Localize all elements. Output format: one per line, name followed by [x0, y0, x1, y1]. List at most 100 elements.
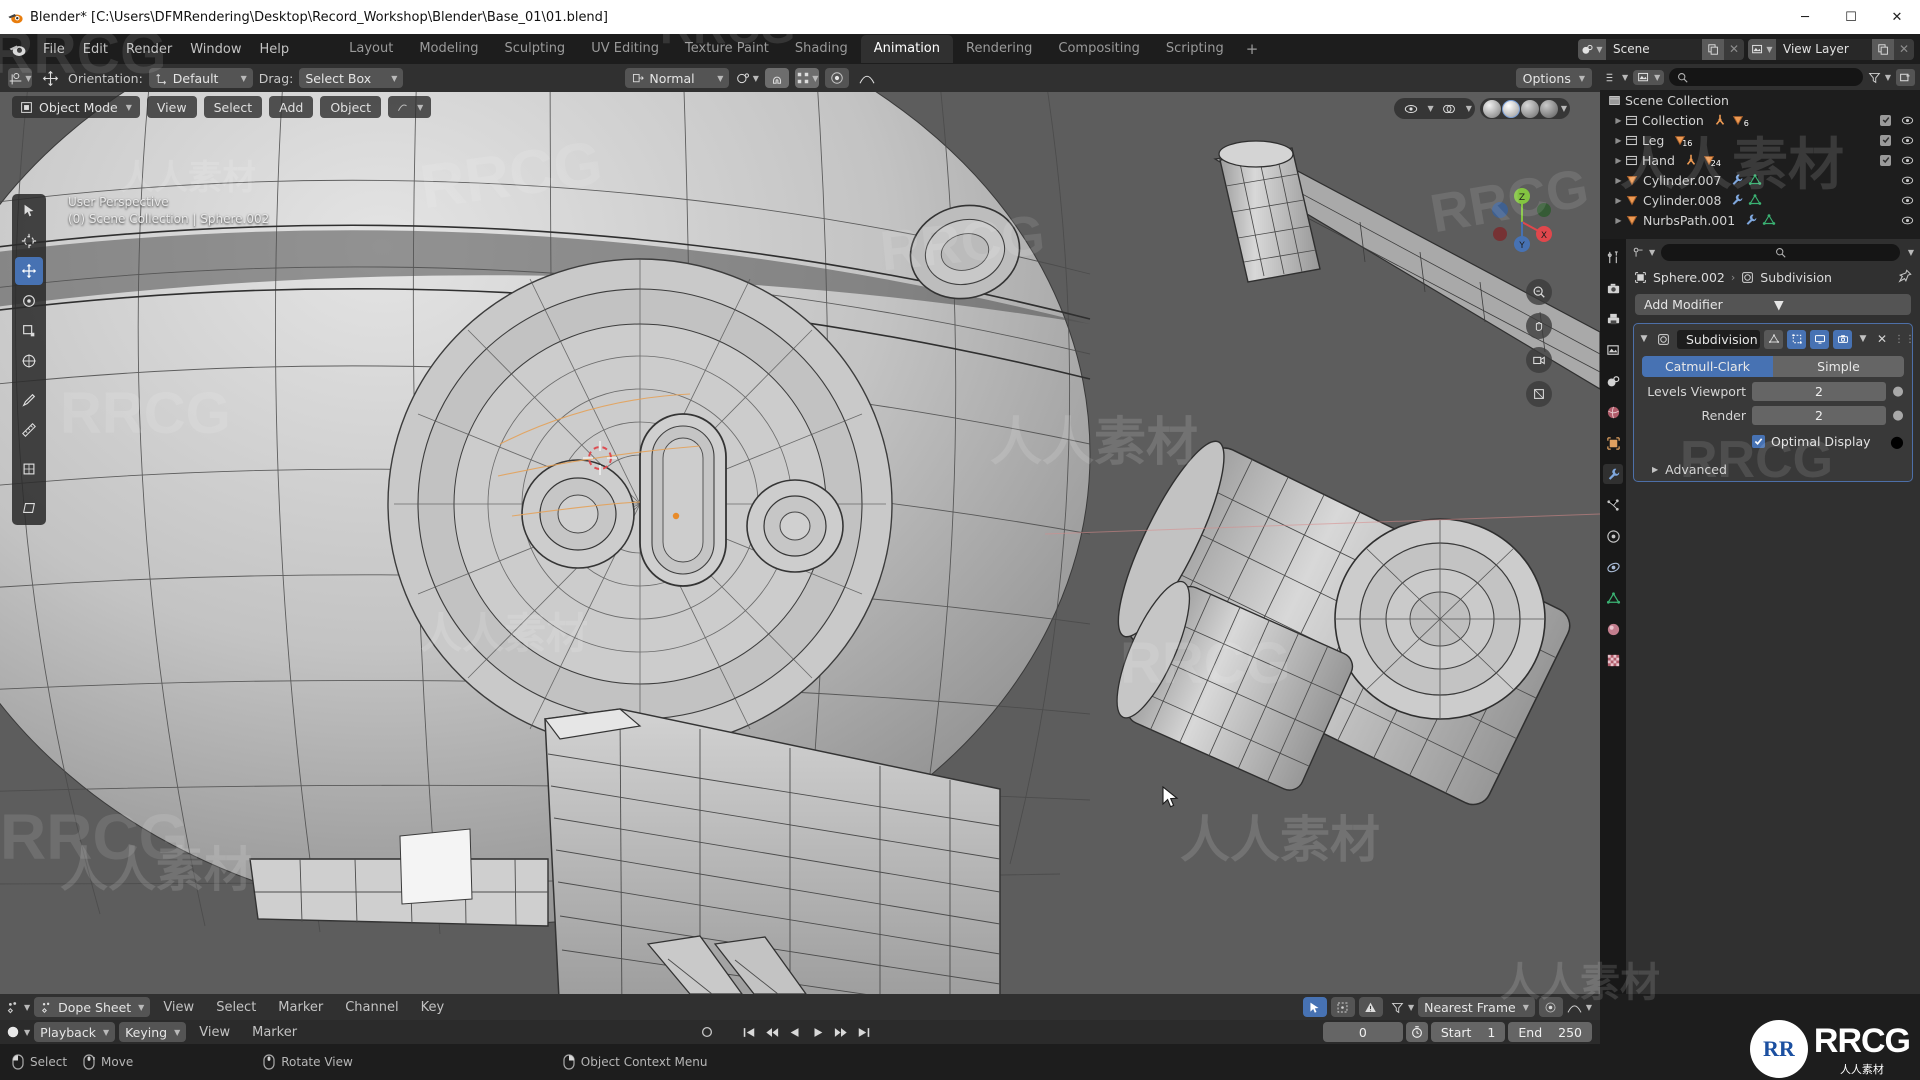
properties-panel[interactable]: ▼ ▼ Sphere.002 › Subdivision Add Modifie…: [1600, 239, 1920, 994]
render-display-icon[interactable]: [1833, 329, 1852, 349]
new-view-layer-button[interactable]: [1872, 38, 1894, 60]
edit-mode-display-icon[interactable]: [1787, 329, 1806, 349]
minimize-button[interactable]: ─: [1782, 0, 1828, 34]
expand-arrow-icon[interactable]: ▶: [1612, 116, 1625, 125]
tool-scale-icon[interactable]: [15, 317, 43, 345]
expand-arrow-icon[interactable]: ▶: [1612, 216, 1625, 225]
properties-tab-texture[interactable]: [1603, 650, 1623, 670]
dope-filter-button[interactable]: ▼: [1391, 1001, 1414, 1014]
tool-add-cube-icon[interactable]: [15, 455, 43, 483]
tab-animation[interactable]: Animation: [860, 35, 953, 63]
outliner-search-input[interactable]: [1669, 68, 1863, 86]
viewport-menu-add[interactable]: Add: [269, 96, 314, 118]
show-overlays-icon[interactable]: [1435, 95, 1463, 123]
transform-snap-icon[interactable]: ▼: [8, 68, 32, 88]
properties-tab-view-layer[interactable]: [1603, 340, 1623, 360]
visibility-eye-icon[interactable]: [1901, 114, 1914, 127]
dope-menu-select[interactable]: Select: [207, 997, 265, 1018]
drag-dropdown[interactable]: Select Box ▼: [299, 68, 404, 88]
tab-rendering[interactable]: Rendering: [953, 35, 1045, 63]
mode-selector[interactable]: Object Mode ▼: [12, 96, 140, 118]
current-frame-field[interactable]: 0: [1322, 1022, 1403, 1042]
menu-edit[interactable]: Edit: [74, 39, 117, 60]
pivot-point-icon[interactable]: ▼: [735, 68, 759, 88]
playback-dropdown[interactable]: Playback ▼: [34, 1022, 116, 1042]
shading-solid-icon[interactable]: [1501, 99, 1520, 118]
scene-selector[interactable]: ▼ Scene ✕: [1578, 38, 1744, 60]
show-hidden-icon[interactable]: [1330, 997, 1355, 1017]
show-errors-icon[interactable]: [1358, 997, 1383, 1017]
falloff-curve-icon[interactable]: [855, 68, 879, 88]
tab-sculpting[interactable]: Sculpting: [491, 35, 578, 63]
proportional-editing-icon[interactable]: [825, 68, 850, 88]
snap-mode-dropdown[interactable]: Nearest Frame ▼: [1418, 997, 1535, 1017]
timeline-menu-view[interactable]: View: [190, 1022, 239, 1043]
next-keyframe-icon[interactable]: [834, 1026, 848, 1039]
toggle-camera-icon[interactable]: [1526, 347, 1552, 373]
pan-view-icon[interactable]: [1526, 313, 1552, 339]
properties-tab-material[interactable]: [1603, 619, 1623, 639]
visibility-eye-icon[interactable]: [1901, 194, 1914, 207]
collection-checkbox[interactable]: [1880, 154, 1891, 166]
keying-dropdown[interactable]: Keying ▼: [119, 1022, 187, 1042]
orientation-dropdown[interactable]: Default ▼: [148, 68, 253, 88]
outliner-display-mode-button[interactable]: ▼: [1633, 69, 1665, 85]
timeline-editor-type-button[interactable]: ▼: [6, 1025, 30, 1039]
collection-checkbox[interactable]: [1880, 114, 1891, 126]
properties-tab-world[interactable]: [1603, 402, 1623, 422]
tab-compositing[interactable]: Compositing: [1045, 35, 1153, 63]
toggle-orthographic-icon[interactable]: [1526, 381, 1552, 407]
properties-tab-output[interactable]: [1603, 309, 1623, 329]
snap-target-icon[interactable]: ▼: [795, 68, 820, 88]
tab-scripting[interactable]: Scripting: [1153, 35, 1237, 63]
outliner-row-cylinder-008[interactable]: ▶ Cylinder.008: [1600, 190, 1920, 210]
close-button[interactable]: ✕: [1874, 0, 1920, 34]
remove-view-layer-button[interactable]: ✕: [1894, 38, 1914, 60]
unlink-scene-button[interactable]: ✕: [1724, 38, 1744, 60]
render-levels-value[interactable]: 2: [1752, 406, 1886, 425]
visibility-eye-icon[interactable]: [1901, 154, 1914, 167]
tool-move-icon[interactable]: [15, 257, 43, 285]
menu-help[interactable]: Help: [251, 39, 299, 60]
dope-menu-marker[interactable]: Marker: [269, 997, 332, 1018]
end-frame-field[interactable]: End 250: [1508, 1022, 1592, 1042]
add-modifier-button[interactable]: Add Modifier ▼: [1635, 294, 1911, 315]
add-workspace-button[interactable]: +: [1237, 38, 1268, 60]
remove-modifier-close-icon[interactable]: ✕: [1874, 332, 1890, 346]
tab-uv-editing[interactable]: UV Editing: [578, 35, 672, 63]
play-reverse-icon[interactable]: [788, 1026, 802, 1039]
dope-sheet-mode-dropdown[interactable]: Dope Sheet ▼: [34, 997, 151, 1017]
menu-render[interactable]: Render: [117, 39, 181, 60]
dope-editor-type-button[interactable]: ▼: [6, 1000, 30, 1014]
dope-sheet-editor[interactable]: ▼ Dope Sheet ▼ View Select Marker Channe…: [0, 994, 1600, 1044]
viewport-menu-view[interactable]: View: [146, 96, 197, 118]
shading-wireframe-icon[interactable]: [1482, 99, 1501, 118]
tab-texture-paint[interactable]: Texture Paint: [672, 35, 782, 63]
visibility-eye-icon[interactable]: [1901, 214, 1914, 227]
visibility-eye-icon[interactable]: [1901, 134, 1914, 147]
tool-select-box-icon[interactable]: [15, 197, 43, 225]
properties-tab-physics[interactable]: [1603, 526, 1623, 546]
jump-to-start-icon[interactable]: [742, 1026, 756, 1039]
move-tool-icon[interactable]: [38, 68, 62, 88]
properties-search-input[interactable]: [1661, 243, 1900, 261]
maximize-button[interactable]: ☐: [1828, 0, 1874, 34]
modifier-name-field[interactable]: Subdivision: [1677, 329, 1760, 349]
view-layer-name[interactable]: View Layer: [1776, 38, 1872, 60]
jump-to-end-icon[interactable]: [857, 1026, 871, 1039]
visibility-eye-icon[interactable]: [1901, 174, 1914, 187]
scene-icon[interactable]: ▼: [1578, 38, 1606, 60]
properties-tab-particles[interactable]: [1603, 495, 1623, 515]
breadcrumb-object-name[interactable]: Sphere.002: [1653, 270, 1725, 285]
tool-measure-icon[interactable]: [15, 416, 43, 444]
record-icon[interactable]: [700, 1025, 714, 1039]
expand-arrow-icon[interactable]: ▶: [1612, 176, 1625, 185]
object-type-filter[interactable]: ▼: [388, 96, 432, 118]
outliner-row-collection[interactable]: ▶ Collection 6: [1600, 110, 1920, 130]
properties-tab-modifier[interactable]: [1603, 464, 1623, 484]
properties-editor-type-button[interactable]: ▼: [1632, 246, 1655, 259]
show-gizmo-icon[interactable]: [1397, 95, 1425, 123]
falloff-dropdown[interactable]: ▼: [1567, 1001, 1592, 1014]
shading-material-icon[interactable]: [1520, 99, 1539, 118]
only-show-selected-icon[interactable]: [1302, 997, 1327, 1017]
